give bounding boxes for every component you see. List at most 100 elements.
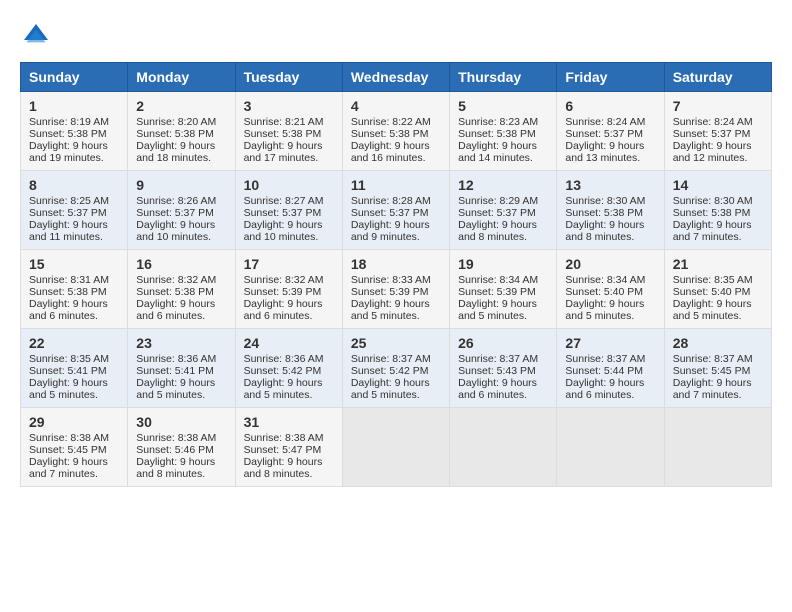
day-number: 10 (244, 177, 334, 193)
day-number: 7 (673, 98, 763, 114)
day-number: 22 (29, 335, 119, 351)
daylight-label: Daylight: 9 hours and 14 minutes. (458, 140, 537, 164)
header-day-wednesday: Wednesday (342, 63, 449, 92)
sunset-label: Sunset: 5:38 PM (29, 128, 107, 140)
sunset-label: Sunset: 5:40 PM (673, 286, 751, 298)
calendar: SundayMondayTuesdayWednesdayThursdayFrid… (20, 62, 772, 487)
daylight-label: Daylight: 9 hours and 18 minutes. (136, 140, 215, 164)
sunrise-label: Sunrise: 8:30 AM (565, 195, 645, 207)
daylight-label: Daylight: 9 hours and 8 minutes. (458, 219, 537, 243)
daylight-label: Daylight: 9 hours and 6 minutes. (244, 298, 323, 322)
day-cell: 3Sunrise: 8:21 AMSunset: 5:38 PMDaylight… (235, 92, 342, 171)
day-number: 27 (565, 335, 655, 351)
sunset-label: Sunset: 5:44 PM (565, 365, 643, 377)
day-number: 5 (458, 98, 548, 114)
sunset-label: Sunset: 5:43 PM (458, 365, 536, 377)
day-cell: 26Sunrise: 8:37 AMSunset: 5:43 PMDayligh… (450, 329, 557, 408)
daylight-label: Daylight: 9 hours and 11 minutes. (29, 219, 108, 243)
sunset-label: Sunset: 5:41 PM (136, 365, 214, 377)
sunrise-label: Sunrise: 8:38 AM (136, 432, 216, 444)
day-cell: 5Sunrise: 8:23 AMSunset: 5:38 PMDaylight… (450, 92, 557, 171)
daylight-label: Daylight: 9 hours and 13 minutes. (565, 140, 644, 164)
sunrise-label: Sunrise: 8:31 AM (29, 274, 109, 286)
day-cell: 25Sunrise: 8:37 AMSunset: 5:42 PMDayligh… (342, 329, 449, 408)
sunrise-label: Sunrise: 8:24 AM (673, 116, 753, 128)
daylight-label: Daylight: 9 hours and 6 minutes. (136, 298, 215, 322)
day-number: 4 (351, 98, 441, 114)
sunrise-label: Sunrise: 8:29 AM (458, 195, 538, 207)
sunset-label: Sunset: 5:38 PM (351, 128, 429, 140)
header (20, 20, 772, 52)
sunset-label: Sunset: 5:37 PM (136, 207, 214, 219)
sunrise-label: Sunrise: 8:28 AM (351, 195, 431, 207)
day-cell: 29Sunrise: 8:38 AMSunset: 5:45 PMDayligh… (21, 408, 128, 487)
day-cell: 23Sunrise: 8:36 AMSunset: 5:41 PMDayligh… (128, 329, 235, 408)
daylight-label: Daylight: 9 hours and 5 minutes. (458, 298, 537, 322)
day-number: 18 (351, 256, 441, 272)
day-cell: 28Sunrise: 8:37 AMSunset: 5:45 PMDayligh… (664, 329, 771, 408)
sunrise-label: Sunrise: 8:22 AM (351, 116, 431, 128)
day-cell: 30Sunrise: 8:38 AMSunset: 5:46 PMDayligh… (128, 408, 235, 487)
sunrise-label: Sunrise: 8:26 AM (136, 195, 216, 207)
header-day-tuesday: Tuesday (235, 63, 342, 92)
day-number: 21 (673, 256, 763, 272)
daylight-label: Daylight: 9 hours and 16 minutes. (351, 140, 430, 164)
week-row-2: 8Sunrise: 8:25 AMSunset: 5:37 PMDaylight… (21, 171, 772, 250)
daylight-label: Daylight: 9 hours and 7 minutes. (673, 219, 752, 243)
day-cell: 7Sunrise: 8:24 AMSunset: 5:37 PMDaylight… (664, 92, 771, 171)
sunset-label: Sunset: 5:40 PM (565, 286, 643, 298)
daylight-label: Daylight: 9 hours and 10 minutes. (244, 219, 323, 243)
daylight-label: Daylight: 9 hours and 9 minutes. (351, 219, 430, 243)
daylight-label: Daylight: 9 hours and 8 minutes. (136, 456, 215, 480)
day-number: 11 (351, 177, 441, 193)
day-number: 15 (29, 256, 119, 272)
logo-icon (20, 20, 52, 52)
daylight-label: Daylight: 9 hours and 8 minutes. (565, 219, 644, 243)
sunset-label: Sunset: 5:47 PM (244, 444, 322, 456)
daylight-label: Daylight: 9 hours and 5 minutes. (351, 298, 430, 322)
sunset-label: Sunset: 5:37 PM (244, 207, 322, 219)
daylight-label: Daylight: 9 hours and 5 minutes. (565, 298, 644, 322)
header-day-thursday: Thursday (450, 63, 557, 92)
day-number: 3 (244, 98, 334, 114)
daylight-label: Daylight: 9 hours and 7 minutes. (29, 456, 108, 480)
sunrise-label: Sunrise: 8:21 AM (244, 116, 324, 128)
day-cell (557, 408, 664, 487)
day-cell: 21Sunrise: 8:35 AMSunset: 5:40 PMDayligh… (664, 250, 771, 329)
sunrise-label: Sunrise: 8:36 AM (136, 353, 216, 365)
daylight-label: Daylight: 9 hours and 7 minutes. (673, 377, 752, 401)
day-cell (342, 408, 449, 487)
sunset-label: Sunset: 5:37 PM (29, 207, 107, 219)
sunrise-label: Sunrise: 8:32 AM (136, 274, 216, 286)
sunset-label: Sunset: 5:37 PM (673, 128, 751, 140)
day-number: 25 (351, 335, 441, 351)
sunset-label: Sunset: 5:38 PM (136, 128, 214, 140)
day-cell: 16Sunrise: 8:32 AMSunset: 5:38 PMDayligh… (128, 250, 235, 329)
day-number: 17 (244, 256, 334, 272)
day-cell: 9Sunrise: 8:26 AMSunset: 5:37 PMDaylight… (128, 171, 235, 250)
sunset-label: Sunset: 5:42 PM (244, 365, 322, 377)
sunset-label: Sunset: 5:39 PM (244, 286, 322, 298)
day-cell: 11Sunrise: 8:28 AMSunset: 5:37 PMDayligh… (342, 171, 449, 250)
sunrise-label: Sunrise: 8:37 AM (565, 353, 645, 365)
sunrise-label: Sunrise: 8:25 AM (29, 195, 109, 207)
sunset-label: Sunset: 5:38 PM (565, 207, 643, 219)
sunset-label: Sunset: 5:45 PM (673, 365, 751, 377)
daylight-label: Daylight: 9 hours and 5 minutes. (673, 298, 752, 322)
header-day-saturday: Saturday (664, 63, 771, 92)
sunset-label: Sunset: 5:37 PM (565, 128, 643, 140)
day-cell: 17Sunrise: 8:32 AMSunset: 5:39 PMDayligh… (235, 250, 342, 329)
sunrise-label: Sunrise: 8:38 AM (29, 432, 109, 444)
day-number: 31 (244, 414, 334, 430)
day-cell: 14Sunrise: 8:30 AMSunset: 5:38 PMDayligh… (664, 171, 771, 250)
day-cell: 27Sunrise: 8:37 AMSunset: 5:44 PMDayligh… (557, 329, 664, 408)
day-number: 9 (136, 177, 226, 193)
day-number: 24 (244, 335, 334, 351)
day-cell: 18Sunrise: 8:33 AMSunset: 5:39 PMDayligh… (342, 250, 449, 329)
week-row-1: 1Sunrise: 8:19 AMSunset: 5:38 PMDaylight… (21, 92, 772, 171)
sunrise-label: Sunrise: 8:37 AM (351, 353, 431, 365)
sunrise-label: Sunrise: 8:27 AM (244, 195, 324, 207)
day-cell: 6Sunrise: 8:24 AMSunset: 5:37 PMDaylight… (557, 92, 664, 171)
sunset-label: Sunset: 5:39 PM (458, 286, 536, 298)
header-day-sunday: Sunday (21, 63, 128, 92)
